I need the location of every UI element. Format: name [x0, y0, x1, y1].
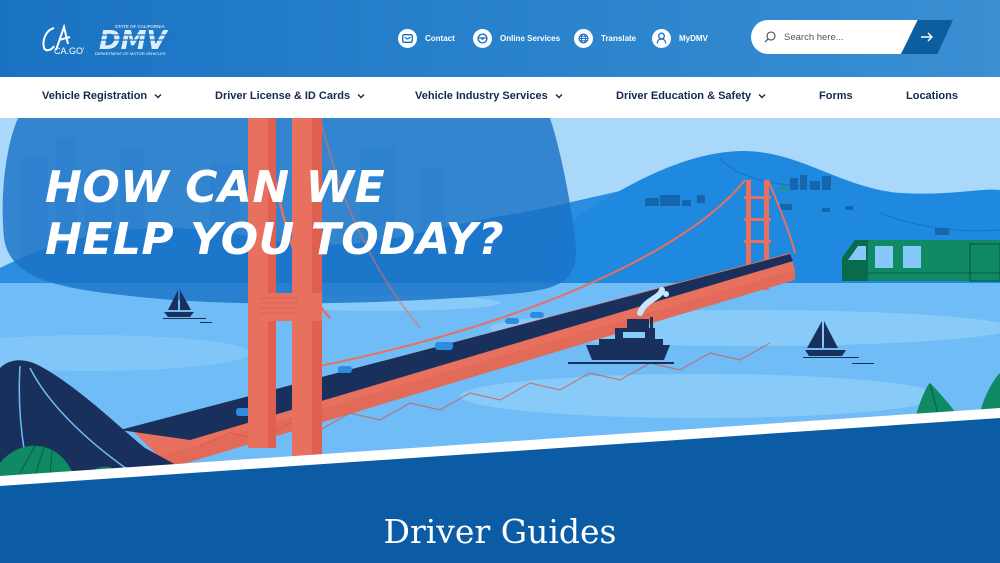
nav-item-vehicle-industry[interactable]: Vehicle Industry Services	[415, 90, 563, 102]
user-icon	[652, 28, 671, 48]
nav-item-vehicle-registration[interactable]: Vehicle Registration	[42, 90, 162, 102]
nav-item-locations[interactable]: Locations	[906, 90, 958, 102]
chevron-down-icon	[154, 94, 162, 99]
nav-item-forms[interactable]: Forms	[819, 90, 853, 102]
nav-item-driver-education[interactable]: Driver Education & Safety	[616, 90, 766, 102]
envelope-icon	[398, 28, 417, 48]
translate-link[interactable]: Translate	[574, 27, 636, 49]
online-services-link[interactable]: Online Services	[473, 27, 560, 49]
top-header: CA.GOV STATE OF CALIFORNIA DMV DEPARTMEN…	[0, 0, 1000, 77]
translate-label: Translate	[601, 33, 637, 43]
hero-title-line1: HOW CAN WE	[45, 162, 386, 213]
chevron-down-icon	[758, 94, 766, 99]
steering-wheel-icon	[473, 28, 492, 48]
chevron-down-icon	[555, 94, 563, 99]
nav-label: Forms	[819, 90, 853, 102]
search-form	[751, 20, 953, 54]
hero-banner: HOW CAN WE HELP YOU TODAY?	[0, 118, 1000, 563]
search-box	[751, 20, 921, 54]
chevron-down-icon	[357, 94, 365, 99]
search-input[interactable]	[784, 29, 894, 45]
arrow-right-icon	[921, 32, 933, 42]
driver-guides-heading: Driver Guides	[383, 512, 617, 551]
mydmv-label: MyDMV	[679, 33, 708, 43]
dmv-bottom-text: DEPARTMENT OF MOTOR VEHICLES	[95, 51, 166, 56]
ca-gov-text: CA.GOV	[54, 46, 84, 56]
contact-label: Contact	[425, 33, 455, 43]
contact-link[interactable]: Contact	[398, 27, 455, 49]
nav-label: Locations	[906, 90, 958, 102]
nav-label: Driver Education & Safety	[616, 90, 752, 102]
nav-label: Vehicle Industry Services	[415, 90, 548, 102]
train-illustration	[842, 240, 1000, 282]
search-icon	[763, 30, 777, 44]
hero-title: HOW CAN WE HELP YOU TODAY?	[45, 162, 504, 266]
hero-title-line2: HELP YOU TODAY?	[45, 214, 505, 265]
dmv-logo[interactable]: STATE OF CALIFORNIA DMV DEPARTMENT OF MO…	[93, 22, 175, 56]
nav-label: Vehicle Registration	[42, 90, 148, 102]
globe-icon	[574, 28, 593, 48]
nav-item-driver-license[interactable]: Driver License & ID Cards	[215, 90, 365, 102]
ca-gov-logo[interactable]: CA.GOV	[40, 24, 84, 56]
main-nav: Vehicle Registration Driver License & ID…	[0, 77, 1000, 118]
nav-label: Driver License & ID Cards	[215, 90, 351, 102]
mydmv-link[interactable]: MyDMV	[652, 27, 708, 49]
online-services-label: Online Services	[500, 33, 561, 43]
